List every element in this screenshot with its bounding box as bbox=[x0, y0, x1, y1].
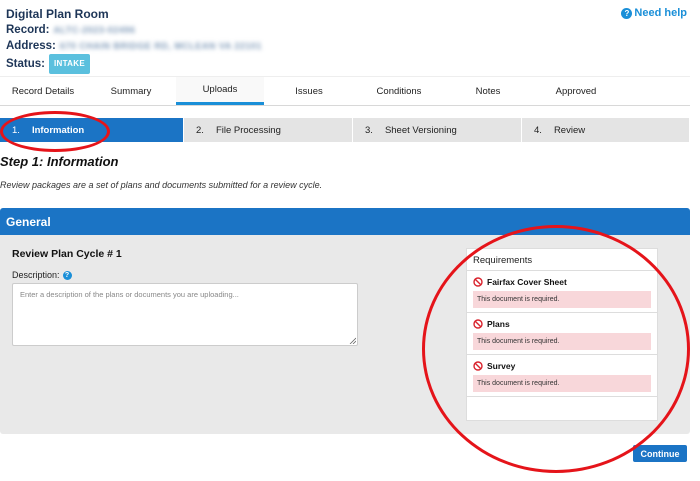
tab-notes[interactable]: Notes bbox=[444, 77, 532, 105]
step-number: 2. bbox=[196, 124, 204, 136]
info-icon[interactable]: ? bbox=[62, 270, 72, 280]
app-title: Digital Plan Room bbox=[6, 7, 109, 21]
description-textarea[interactable] bbox=[12, 283, 358, 346]
tab-label: Record Details bbox=[11, 85, 75, 97]
requirement-error: This document is required. bbox=[473, 375, 651, 392]
requirement-item: Plans This document is required. bbox=[467, 313, 657, 355]
requirement-name-row: Fairfax Cover Sheet bbox=[473, 277, 651, 287]
general-panel-title: General bbox=[0, 208, 690, 235]
step-number: 1. bbox=[12, 124, 20, 136]
tab-record-details[interactable]: Record Details bbox=[0, 77, 86, 105]
tab-conditions[interactable]: Conditions bbox=[354, 77, 444, 105]
step-description: Review packages are a set of plans and d… bbox=[0, 180, 323, 190]
tab-label: Approved bbox=[555, 85, 597, 97]
general-panel: General Review Plan Cycle # 1 Descriptio… bbox=[0, 208, 690, 434]
help-icon: ? bbox=[621, 7, 633, 19]
description-label-text: Description: bbox=[12, 270, 60, 280]
record-tabs: Record Details Summary Uploads Issues Co… bbox=[0, 76, 690, 106]
record-label: Record: bbox=[6, 24, 50, 36]
address-label: Address: bbox=[6, 40, 56, 52]
step-file-processing[interactable]: 2. File Processing bbox=[184, 118, 353, 142]
step-label: File Processing bbox=[215, 124, 281, 136]
requirement-error: This document is required. bbox=[473, 291, 651, 308]
requirement-name: Plans bbox=[487, 319, 510, 329]
prohibited-icon bbox=[473, 361, 483, 371]
step-information[interactable]: 1. Information bbox=[0, 118, 184, 142]
status-badge: INTAKE bbox=[48, 54, 90, 74]
step-sheet-versioning[interactable]: 3. Sheet Versioning bbox=[353, 118, 522, 142]
prohibited-icon bbox=[473, 319, 483, 329]
resize-handle-icon[interactable] bbox=[349, 337, 356, 344]
requirement-name: Fairfax Cover Sheet bbox=[487, 277, 567, 287]
tab-label: Issues bbox=[295, 85, 323, 97]
requirement-item: Fairfax Cover Sheet This document is req… bbox=[467, 271, 657, 313]
tab-issues[interactable]: Issues bbox=[264, 77, 354, 105]
record-row: Record: ALTC-2023-02496 bbox=[6, 22, 694, 38]
step-number: 4. bbox=[534, 124, 542, 136]
tab-summary[interactable]: Summary bbox=[86, 77, 176, 105]
requirement-error: This document is required. bbox=[473, 333, 651, 350]
step-label: Sheet Versioning bbox=[384, 124, 457, 136]
tab-label: Conditions bbox=[376, 85, 422, 97]
address-row: Address: 670 CHAIN BRIDGE RD, MCLEAN VA … bbox=[6, 38, 694, 54]
status-label: Status: bbox=[6, 58, 45, 70]
tab-label: Summary bbox=[110, 85, 152, 97]
description-label: Description: ? bbox=[12, 270, 72, 280]
step-label: Review bbox=[553, 124, 586, 136]
address-value: 670 CHAIN BRIDGE RD, MCLEAN VA 22101 bbox=[59, 41, 262, 51]
requirements-title: Requirements bbox=[467, 249, 657, 271]
tab-label: Notes bbox=[475, 85, 501, 97]
need-help-label: Need help bbox=[634, 7, 687, 19]
need-help-link[interactable]: ? Need help bbox=[621, 7, 687, 19]
requirement-name-row: Survey bbox=[473, 361, 651, 371]
step-label: Information bbox=[31, 124, 85, 136]
continue-button[interactable]: Continue bbox=[633, 445, 687, 462]
record-value: ALTC-2023-02496 bbox=[53, 25, 136, 35]
tab-uploads[interactable]: Uploads bbox=[176, 77, 264, 105]
review-cycle-title: Review Plan Cycle # 1 bbox=[12, 248, 122, 260]
tab-label: Uploads bbox=[202, 84, 238, 95]
tab-approved[interactable]: Approved bbox=[532, 77, 620, 105]
step-number: 3. bbox=[365, 124, 373, 136]
requirements-panel: Requirements Fairfax Cover Sheet This do… bbox=[466, 248, 658, 421]
step-heading: Step 1: Information bbox=[0, 154, 119, 169]
wizard-steps: 1. Information 2. File Processing 3. She… bbox=[0, 118, 690, 142]
requirement-item: Survey This document is required. bbox=[467, 355, 657, 397]
requirement-name-row: Plans bbox=[473, 319, 651, 329]
prohibited-icon bbox=[473, 277, 483, 287]
record-header: Digital Plan Room Record: ALTC-2023-0249… bbox=[0, 0, 700, 76]
requirement-name: Survey bbox=[487, 361, 516, 371]
step-review[interactable]: 4. Review bbox=[522, 118, 690, 142]
status-row: Status: INTAKE bbox=[6, 54, 694, 74]
